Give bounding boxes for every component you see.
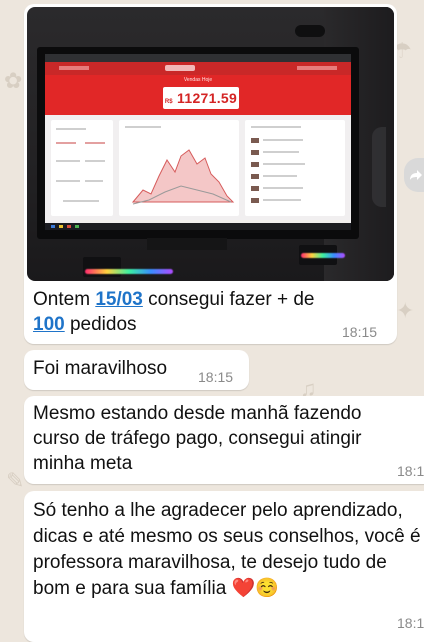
photo-attachment[interactable]: Vendas Hoje R$ 11271.59 xyxy=(27,7,394,281)
message-text: Foi maravilhoso xyxy=(33,358,168,379)
sales-chart xyxy=(131,149,235,205)
sales-value: 11271.59 xyxy=(177,90,238,106)
message-time: 18:15 xyxy=(198,369,234,385)
message-bubble[interactable]: Mesmo estando desde manhã fazendo curso … xyxy=(24,396,424,484)
doodle-icon: ✦ xyxy=(396,298,415,323)
message-text: Só tenho a lhe agradecer pelo aprendizad… xyxy=(33,498,424,602)
rgb-light-bar xyxy=(85,269,173,274)
date-link[interactable]: 15/03 xyxy=(95,289,143,310)
message-body: Só tenho a lhe agradecer pelo aprendizad… xyxy=(33,500,421,599)
caption-text: Ontem xyxy=(33,289,96,310)
rgb-light-bar xyxy=(301,253,345,258)
doodle-icon: ✎ xyxy=(6,468,25,493)
forward-icon xyxy=(410,170,422,180)
sales-chart-panel xyxy=(119,120,239,216)
caption-text: consegui fazer + de xyxy=(142,289,315,310)
message-bubble[interactable]: Foi maravilhoso 18:15 xyxy=(24,350,249,390)
heart-emoji-icon: ❤️ xyxy=(231,578,256,599)
message-time: 18:1 xyxy=(397,615,424,631)
metrics-panel xyxy=(51,120,113,216)
message-time: 18:15 xyxy=(342,324,378,340)
dashboard-screenshot: Vendas Hoje R$ 11271.59 xyxy=(45,54,351,230)
image-caption: Ontem 15/03 consegui fazer + de 100 pedi… xyxy=(33,287,373,337)
dashboard-title: Vendas Hoje xyxy=(183,77,213,83)
image-message-bubble[interactable]: Vendas Hoje R$ 11271.59 Ontem 15/03 cons… xyxy=(24,4,397,344)
message-text: Mesmo estando desde manhã fazendo curso … xyxy=(33,403,362,474)
number-link[interactable]: 100 xyxy=(33,314,65,335)
message-time: 18:1 xyxy=(397,463,424,479)
monitor-image: Vendas Hoje R$ 11271.59 xyxy=(37,47,359,239)
caption-text: pedidos xyxy=(64,314,137,335)
forward-button[interactable] xyxy=(404,158,424,192)
sales-total-box: R$ 11271.59 xyxy=(163,87,239,109)
taskbar xyxy=(45,223,351,230)
webcam-icon xyxy=(295,25,325,37)
smiling-emoji-icon: ☺️ xyxy=(255,578,279,599)
message-bubble[interactable]: Só tenho a lhe agradecer pelo aprendizad… xyxy=(24,491,424,642)
doodle-icon: ✿ xyxy=(4,68,23,93)
top-products-panel xyxy=(245,120,345,216)
sales-currency: R$ xyxy=(164,99,173,105)
